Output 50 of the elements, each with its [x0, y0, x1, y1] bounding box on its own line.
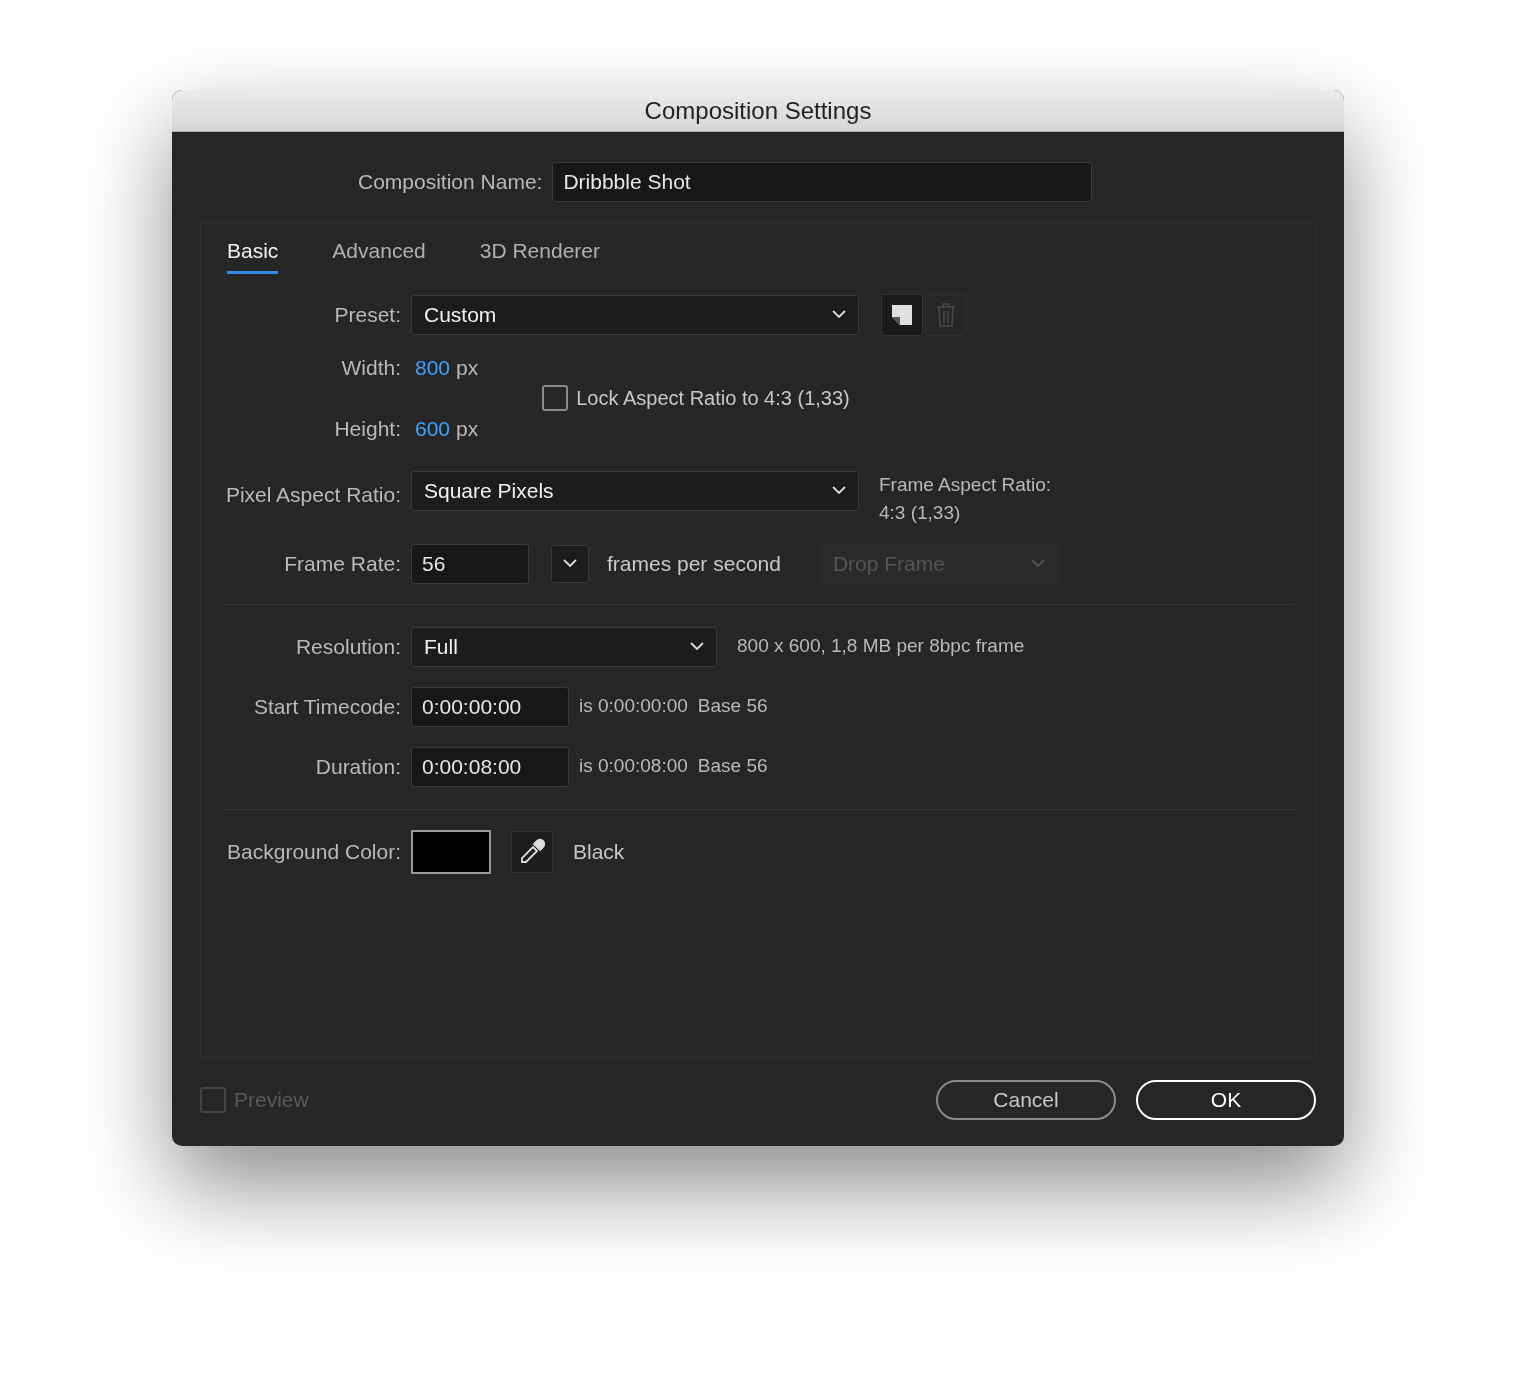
text-field[interactable]: 56 [411, 543, 529, 584]
tab[interactable]: 3D Renderer [479, 235, 600, 274]
field-label: Width: [341, 354, 401, 381]
info-text: Base 56 [697, 694, 768, 719]
field-label: Pixel Aspect Ratio: [225, 481, 401, 508]
text-field[interactable]: Dribbble Shot [552, 162, 1093, 202]
unit-label: px [456, 354, 479, 381]
info-value: 4:3 (1,33) [879, 501, 962, 525]
dropdown[interactable]: Full [411, 626, 717, 667]
tab[interactable]: Advanced [332, 235, 426, 274]
unit-label: px [456, 416, 479, 442]
dropdown[interactable]: Custom [411, 294, 859, 335]
info-text: Base 56 [697, 754, 768, 779]
field-label: Resolution: [295, 633, 401, 660]
save-preset-button[interactable] [881, 293, 923, 336]
field-label: Background Color: [227, 838, 401, 865]
eyedropper-button[interactable] [511, 830, 553, 873]
info-text: is 0:00:08:00 [579, 754, 688, 779]
dropdown[interactable]: Square Pixels [411, 470, 859, 511]
color-swatch[interactable] [411, 829, 491, 874]
chevron-down-icon [690, 642, 704, 651]
window-title: Composition Settings [644, 95, 872, 126]
eyedropper-icon [518, 837, 546, 866]
text-field[interactable]: 0:00:00:00 [411, 686, 569, 727]
ok-button[interactable]: OK [1136, 1080, 1316, 1120]
cancel-button[interactable]: Cancel [936, 1080, 1116, 1120]
dimension-value[interactable]: 600 [415, 413, 451, 445]
dimension-value[interactable]: 800 [415, 351, 451, 383]
checkbox[interactable] [542, 385, 569, 411]
text-field[interactable]: 0:00:08:00 [411, 746, 569, 787]
info-text: 800 x 600, 1,8 MB per 8bpc frame [737, 634, 1025, 659]
dropdown-button[interactable] [551, 544, 589, 583]
chevron-down-icon [832, 486, 846, 495]
field-label: Start Timecode: [253, 693, 401, 720]
field-label: Frame Rate: [284, 550, 401, 577]
unit-label: frames per second [607, 550, 781, 577]
chevron-down-icon [563, 559, 577, 568]
trash-icon [936, 302, 956, 327]
color-name: Black [573, 838, 625, 865]
field-label: Composition Name: [358, 169, 543, 196]
chevron-down-icon [1030, 559, 1045, 568]
checkbox-label: Lock Aspect Ratio to 4:3 (1,33) [576, 386, 850, 411]
info-text: is 0:00:00:00 [579, 694, 688, 719]
chevron-down-icon [832, 310, 846, 319]
field-label: Duration: [315, 753, 401, 780]
tab[interactable]: Basic [227, 235, 279, 274]
field-label: Preset: [334, 301, 401, 328]
page-icon [890, 302, 914, 327]
info-label: Frame Aspect Ratio: [879, 472, 1052, 497]
field-label: Height: [334, 416, 401, 442]
